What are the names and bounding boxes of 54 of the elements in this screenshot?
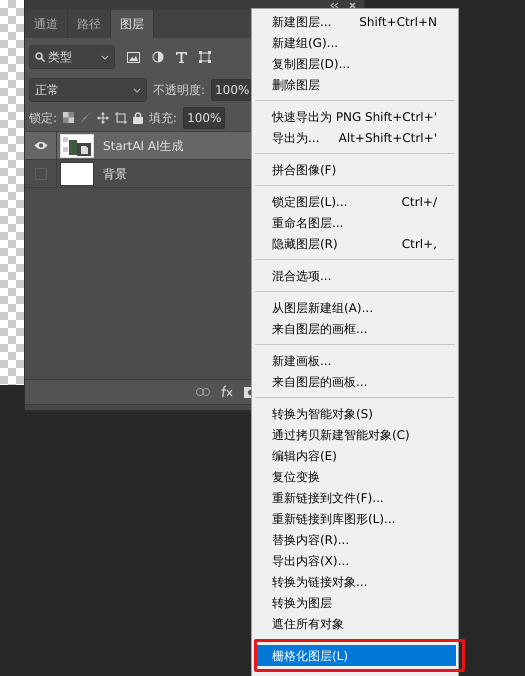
image-icon[interactable] [127, 52, 140, 62]
menu-item[interactable]: 复位变换 [254, 466, 456, 487]
menu-item[interactable]: 转换为图层 [254, 592, 456, 613]
menu-item[interactable]: 从图层新建组(A)... [254, 297, 456, 318]
menu-item[interactable]: 导出内容(X)... [254, 550, 456, 571]
fill-field[interactable]: 100% [183, 106, 226, 128]
layer-name: StartAI AI生成 [103, 138, 184, 154]
menu-item[interactable]: 隐藏图层(R) Ctrl+, [254, 233, 456, 254]
caret-icon [133, 88, 141, 92]
menu-item[interactable]: 栅格化图层(L) [254, 645, 456, 666]
collapse-icon[interactable] [330, 2, 339, 8]
menu-item[interactable]: 来自图层的画框... [254, 318, 456, 339]
menu-item[interactable]: 快速导出为 PNG Shift+Ctrl+' [254, 106, 456, 127]
blend-mode-value: 正常 [35, 82, 59, 99]
lock-label: 锁定: [29, 110, 58, 126]
menu-item[interactable]: 新建组(G)... [254, 32, 456, 53]
padlock-icon[interactable] [133, 112, 144, 124]
menu-item[interactable]: 重新链接到库图形(L)... [254, 508, 456, 529]
menu-item[interactable]: 删除图层 [254, 74, 456, 95]
menu-item[interactable]: 锁定图层(L)... Ctrl+/ [254, 191, 456, 212]
caret-icon [101, 54, 109, 60]
menu-item[interactable]: 混合选项... [254, 265, 456, 286]
menu-item[interactable]: 新建画板... [254, 350, 456, 371]
menu-item[interactable]: 替换内容(R)... [254, 529, 456, 550]
layer-name: 背景 [103, 166, 127, 182]
menu-item[interactable]: 转换为智能对象(S) [254, 403, 456, 424]
menu-item[interactable]: 复制图层(D)... [254, 53, 456, 74]
panel-tab[interactable]: 图层 [111, 10, 154, 38]
menu-item[interactable]: 重命名图层... [254, 212, 456, 233]
search-icon [35, 52, 45, 62]
eye-icon[interactable] [34, 141, 48, 150]
opacity-label: 不透明度: [153, 82, 206, 99]
menu-item[interactable]: 重新链接到文件(F)... [254, 487, 456, 508]
move-icon[interactable] [97, 112, 110, 124]
filter-value: 类型 [48, 49, 72, 66]
blend-mode-dropdown[interactable]: 正常 [29, 78, 147, 102]
menu-item[interactable]: 编辑内容(E) [254, 445, 456, 466]
filter-dropdown[interactable]: 类型 [29, 45, 115, 69]
menu-item[interactable]: 通过拷贝新建智能对象(C) [254, 424, 456, 445]
menu-item[interactable]: 新建图层... Shift+Ctrl+N [254, 11, 456, 32]
adjustment-icon[interactable] [152, 51, 164, 63]
brush-icon[interactable] [80, 112, 92, 123]
crop-icon[interactable] [115, 112, 128, 124]
fill-label: 填充: [149, 110, 178, 126]
menu-item[interactable]: 转换为链接对象... [254, 571, 456, 592]
link-icon[interactable] [196, 388, 210, 396]
opacity-field[interactable]: 100% [211, 79, 254, 101]
fx-icon[interactable] [220, 385, 234, 399]
close-icon[interactable] [349, 2, 356, 8]
type-icon[interactable] [176, 52, 187, 62]
menu-item[interactable]: 遮住所有对象 [254, 613, 456, 634]
shape-icon[interactable] [199, 51, 211, 63]
menu-item[interactable]: 来自图层的画板... [254, 371, 456, 392]
checker-lock-icon[interactable] [63, 112, 74, 123]
